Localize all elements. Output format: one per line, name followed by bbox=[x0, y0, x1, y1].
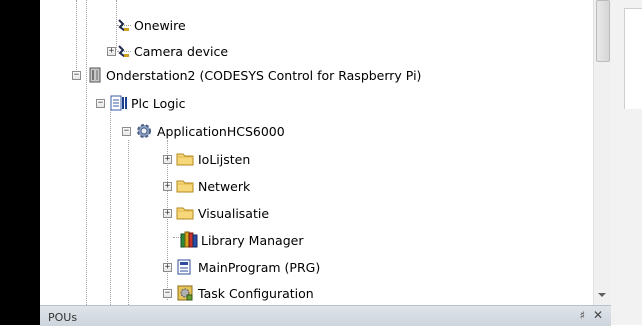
tree-item-visualisatie[interactable]: + Visualisatie bbox=[40, 202, 593, 224]
folder-icon bbox=[176, 150, 194, 168]
tree-item-label: MainProgram (PRG) bbox=[198, 259, 321, 275]
expand-icon[interactable]: + bbox=[163, 155, 172, 164]
tree-item-plc-logic[interactable]: − Plc Logic bbox=[40, 92, 593, 114]
tree-item-camera-device[interactable]: + Camera device bbox=[40, 40, 593, 62]
expand-icon[interactable]: + bbox=[163, 182, 172, 191]
device-icon bbox=[114, 42, 132, 60]
collapse-icon[interactable]: − bbox=[163, 289, 172, 298]
collapse-icon[interactable]: − bbox=[72, 71, 81, 80]
application-gear-icon bbox=[135, 122, 153, 140]
pin-icon[interactable]: ♯ bbox=[580, 309, 585, 322]
tree-item-netwerk[interactable]: + Netwerk bbox=[40, 175, 593, 197]
expand-icon[interactable]: + bbox=[163, 209, 172, 218]
pous-panel-header[interactable]: POUs ♯ ✕ bbox=[40, 305, 611, 326]
controller-icon bbox=[86, 66, 104, 84]
tree-item-onewire[interactable]: Onewire bbox=[40, 14, 593, 36]
scroll-down-arrow-icon[interactable] bbox=[598, 293, 606, 297]
device-tree[interactable]: Onewire + Camera device − Onderstation2 … bbox=[40, 0, 593, 305]
tree-item-label: IoLijsten bbox=[198, 151, 251, 167]
tree-item-label: Netwerk bbox=[198, 178, 251, 194]
tree-item-library-manager[interactable]: Library Manager bbox=[40, 229, 593, 251]
tree-item-label: Onderstation2 (CODESYS Control for Raspb… bbox=[106, 67, 422, 83]
panel-title: POUs bbox=[48, 311, 78, 324]
library-books-icon bbox=[180, 230, 198, 248]
folder-icon bbox=[176, 177, 194, 195]
task-config-icon bbox=[176, 284, 194, 302]
close-icon[interactable]: ✕ bbox=[593, 308, 603, 322]
left-dark-margin bbox=[0, 0, 40, 325]
tree-item-application[interactable]: − ApplicationHCS6000 bbox=[40, 120, 593, 142]
collapse-icon[interactable]: − bbox=[122, 127, 131, 136]
tree-item-label: Onewire bbox=[134, 17, 186, 33]
expand-icon[interactable]: + bbox=[163, 263, 172, 272]
folder-icon bbox=[176, 204, 194, 222]
tree-item-task-configuration[interactable]: − Task Configuration bbox=[40, 282, 593, 304]
vertical-scrollbar[interactable] bbox=[593, 0, 611, 305]
right-panel-window bbox=[624, 8, 642, 109]
tree-item-label: Camera device bbox=[134, 43, 229, 59]
tree-item-onderstation2[interactable]: − Onderstation2 (CODESYS Control for Ras… bbox=[40, 64, 593, 86]
program-icon bbox=[176, 258, 194, 276]
tree-item-label: ApplicationHCS6000 bbox=[157, 123, 285, 139]
scrollbar-thumb[interactable] bbox=[596, 0, 610, 62]
tree-item-label: Visualisatie bbox=[198, 205, 270, 221]
device-icon bbox=[114, 16, 132, 34]
tree-item-iolijsten[interactable]: + IoLijsten bbox=[40, 148, 593, 170]
tree-item-label: Task Configuration bbox=[198, 285, 314, 301]
tree-item-mainprogram[interactable]: + MainProgram (PRG) bbox=[40, 256, 593, 278]
collapse-icon[interactable]: − bbox=[96, 99, 105, 108]
tree-item-label: Library Manager bbox=[201, 232, 304, 248]
plc-logic-icon bbox=[110, 94, 128, 112]
tree-item-label: Plc Logic bbox=[131, 95, 186, 111]
